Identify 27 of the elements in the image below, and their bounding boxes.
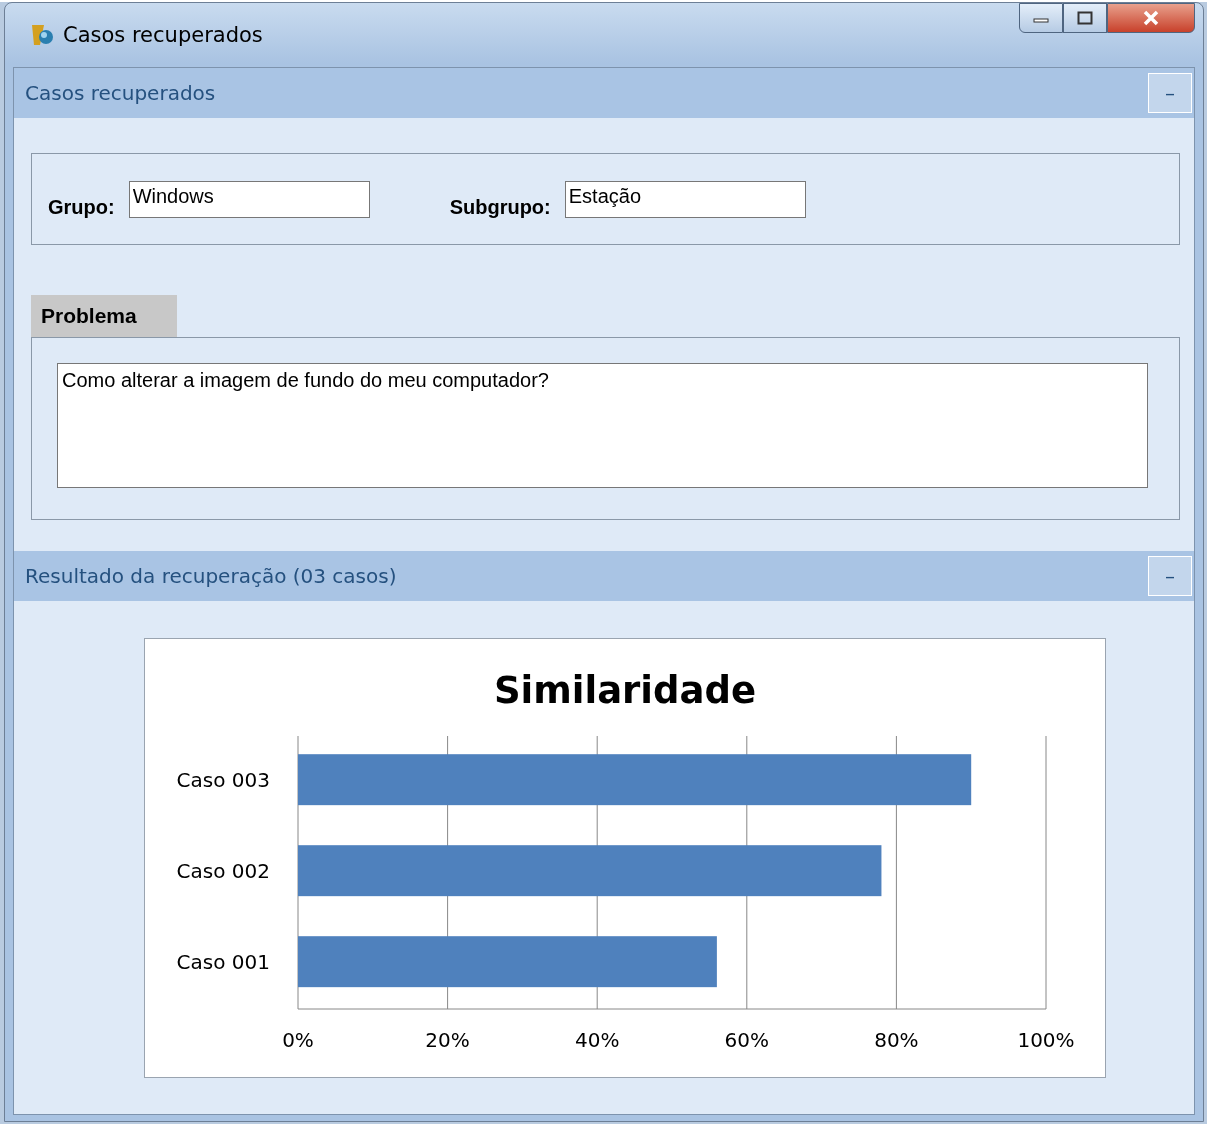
collapse-button[interactable]: – <box>1148 73 1192 113</box>
problem-tab[interactable]: Problema <box>31 295 177 337</box>
window-title: Casos recuperados <box>63 23 264 47</box>
tick-label: 0% <box>282 1028 314 1052</box>
category-label: Caso 002 <box>176 858 270 883</box>
tick-label: 40% <box>574 1028 620 1052</box>
section-title: Resultado da recuperação (03 casos) <box>25 564 397 588</box>
close-button[interactable] <box>1107 3 1195 33</box>
app-icon <box>29 22 55 48</box>
tick-label: 80% <box>874 1028 919 1052</box>
maximize-button[interactable] <box>1063 3 1107 33</box>
maximize-icon <box>1077 11 1093 25</box>
collapse-button[interactable]: – <box>1148 556 1192 596</box>
input-field[interactable]: Estação <box>564 180 806 218</box>
tick-label: 60% <box>724 1028 770 1052</box>
minimize-button[interactable] <box>1019 3 1063 33</box>
input-field[interactable]: Windows <box>128 180 370 218</box>
section-title: Casos recuperados <box>25 81 216 105</box>
close-icon <box>1142 10 1160 26</box>
category-label: Caso 001 <box>176 949 270 974</box>
chart-title: Similaridade <box>493 669 757 712</box>
category-label: Caso 003 <box>176 767 270 792</box>
field-label: Grupo: <box>48 195 115 219</box>
problem-field[interactable]: Como alterar a imagem de fundo do meu computador? <box>57 363 1148 488</box>
tick-label: 20% <box>425 1028 470 1052</box>
field-label: Subgrupo: <box>449 195 551 219</box>
tick-label: 100% <box>1017 1028 1075 1052</box>
